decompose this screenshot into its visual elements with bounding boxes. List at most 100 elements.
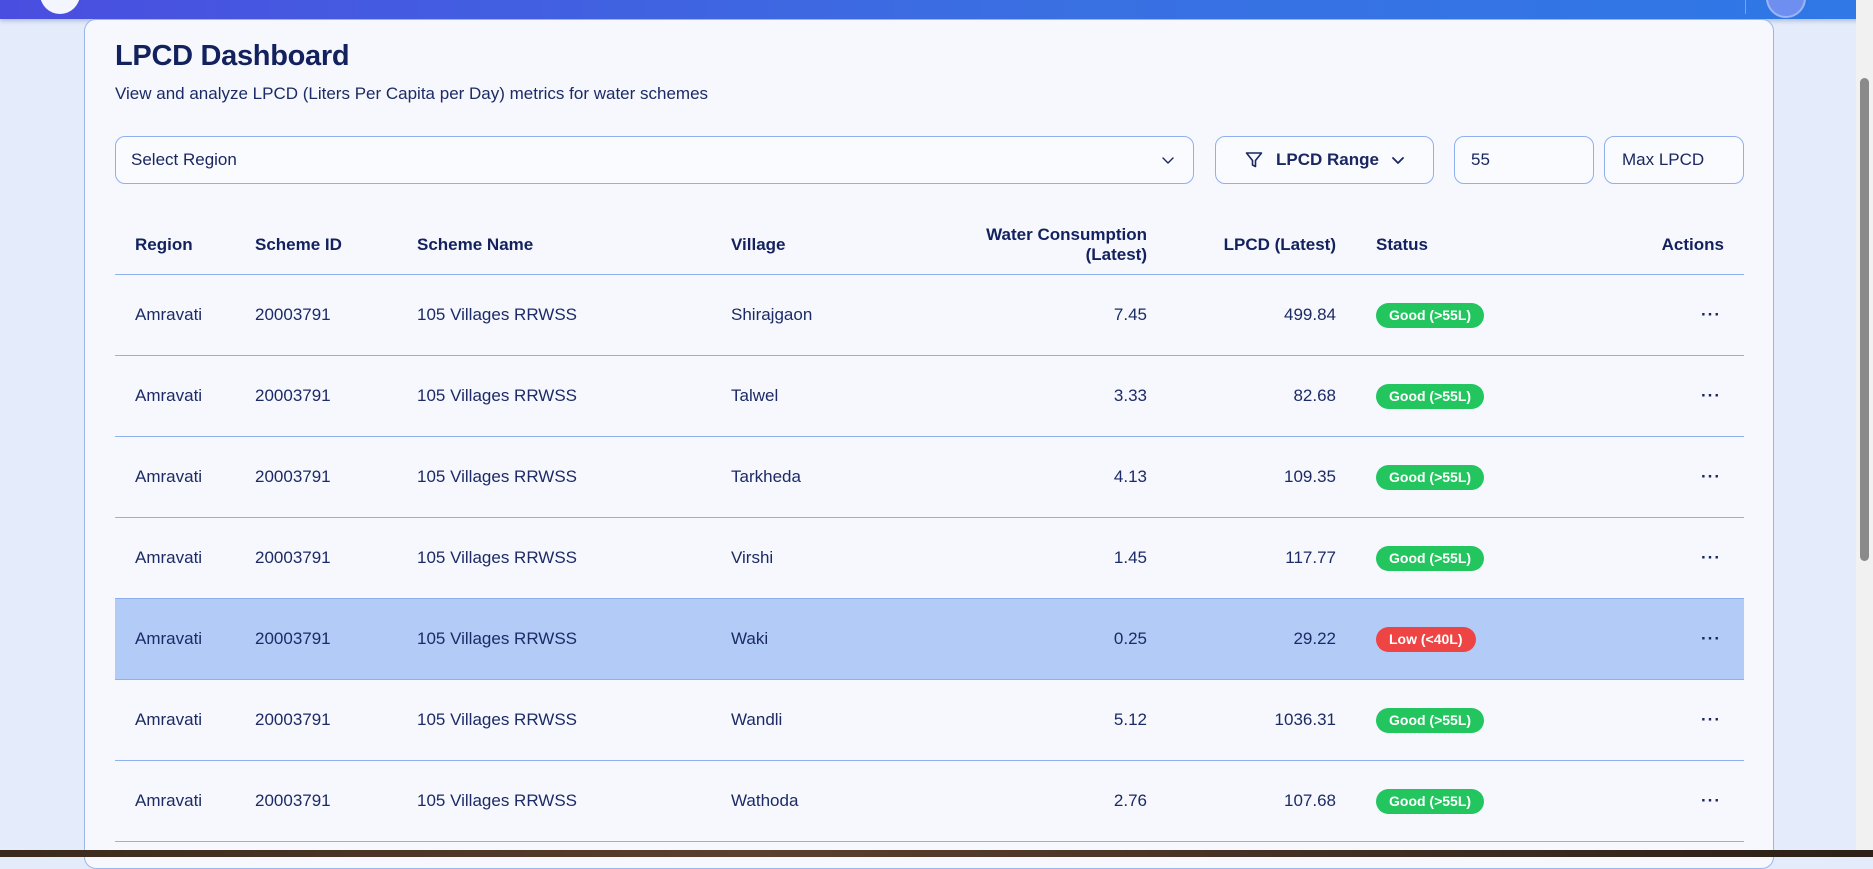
cell-scheme-id: 20003791 [255,679,417,761]
chevron-down-icon [1392,157,1404,164]
max-lpcd-field[interactable] [1604,136,1744,184]
status-badge: Low (<40L) [1376,626,1476,652]
cell-village: Waki [731,598,941,680]
column-header-status[interactable]: Status [1336,216,1536,275]
status-badge: Good (>55L) [1376,302,1485,328]
cell-actions: ··· [1536,517,1744,599]
cell-water-consumption: 3.33 [941,355,1147,437]
page-title: LPCD Dashboard [115,40,350,72]
cell-village: Tarkheda [731,436,941,518]
cell-village: Talwel [731,355,941,437]
cell-actions: ··· [1536,436,1744,518]
min-lpcd-input[interactable] [1469,149,1593,171]
cell-lpcd: 499.84 [1147,274,1336,356]
cell-region: Amravati [115,355,255,437]
user-avatar[interactable] [1766,0,1806,18]
app-logo[interactable] [40,0,80,14]
column-header-scheme-id[interactable]: Scheme ID [255,216,417,275]
status-badge: Good (>55L) [1376,464,1485,490]
top-navigation-bar [0,0,1873,19]
column-header-water-consumption[interactable]: Water Consumption (Latest) [941,216,1147,275]
cell-status: Good (>55L) [1336,274,1536,356]
table-row[interactable]: Amravati 20003791 105 Villages RRWSS Wan… [115,679,1744,761]
column-header-actions: Actions [1536,216,1744,275]
cell-region: Amravati [115,679,255,761]
cell-water-consumption: 5.12 [941,679,1147,761]
more-actions-icon[interactable]: ··· [1698,791,1724,811]
cell-scheme-name: 105 Villages RRWSS [417,598,731,680]
cell-lpcd: 117.77 [1147,517,1336,599]
cell-scheme-name: 105 Villages RRWSS [417,274,731,356]
table-row[interactable]: Amravati 20003791 105 Villages RRWSS Vir… [115,517,1744,599]
table-row[interactable]: Amravati 20003791 105 Villages RRWSS Tal… [115,355,1744,437]
table-row[interactable]: Amravati 20003791 105 Villages RRWSS Shi… [115,274,1744,356]
cell-region: Amravati [115,436,255,518]
more-actions-icon[interactable]: ··· [1698,629,1724,649]
cell-scheme-name: 105 Villages RRWSS [417,679,731,761]
region-select[interactable]: Select Region [115,136,1194,184]
cell-water-consumption: 2.76 [941,760,1147,842]
cell-status: Good (>55L) [1336,760,1536,842]
table-header-row: Region Scheme ID Scheme Name Village Wat… [115,216,1744,275]
cell-scheme-id: 20003791 [255,274,417,356]
cell-village: Wandli [731,679,941,761]
lpcd-table: Region Scheme ID Scheme Name Village Wat… [115,216,1744,842]
cell-water-consumption: 7.45 [941,274,1147,356]
cell-scheme-id: 20003791 [255,355,417,437]
column-header-lpcd[interactable]: LPCD (Latest) [1147,216,1336,275]
cell-water-consumption: 4.13 [941,436,1147,518]
page-subtitle: View and analyze LPCD (Liters Per Capita… [115,84,709,103]
cell-actions: ··· [1536,274,1744,356]
filter-icon [1245,152,1263,168]
cell-status: Low (<40L) [1336,598,1536,680]
column-header-village[interactable]: Village [731,216,941,275]
cell-lpcd: 82.68 [1147,355,1336,437]
status-badge: Good (>55L) [1376,788,1485,814]
cell-region: Amravati [115,274,255,356]
cell-village: Shirajgaon [731,274,941,356]
cell-status: Good (>55L) [1336,355,1536,437]
cell-status: Good (>55L) [1336,436,1536,518]
more-actions-icon[interactable]: ··· [1698,548,1724,568]
more-actions-icon[interactable]: ··· [1698,710,1724,730]
cell-scheme-name: 105 Villages RRWSS [417,436,731,518]
cell-lpcd: 29.22 [1147,598,1336,680]
cell-actions: ··· [1536,598,1744,680]
more-actions-icon[interactable]: ··· [1698,305,1724,325]
max-lpcd-input[interactable] [1620,149,1743,171]
cell-scheme-id: 20003791 [255,436,417,518]
cell-scheme-name: 105 Villages RRWSS [417,760,731,842]
cell-village: Virshi [731,517,941,599]
lpcd-range-button[interactable]: LPCD Range [1215,136,1434,184]
cell-scheme-id: 20003791 [255,598,417,680]
cell-lpcd: 107.68 [1147,760,1336,842]
cell-status: Good (>55L) [1336,517,1536,599]
lpcd-range-label: LPCD Range [1276,150,1379,169]
table-row[interactable]: Amravati 20003791 105 Villages RRWSS Tar… [115,436,1744,518]
min-lpcd-field[interactable] [1454,136,1594,184]
column-header-region[interactable]: Region [115,216,255,275]
table-row-selected[interactable]: Amravati 20003791 105 Villages RRWSS Wak… [115,598,1744,680]
column-header-scheme-name[interactable]: Scheme Name [417,216,731,275]
cell-actions: ··· [1536,679,1744,761]
more-actions-icon[interactable]: ··· [1698,467,1724,487]
status-badge: Good (>55L) [1376,545,1485,571]
cell-scheme-name: 105 Villages RRWSS [417,355,731,437]
status-badge: Good (>55L) [1376,707,1485,733]
cell-scheme-name: 105 Villages RRWSS [417,517,731,599]
taskbar-edge [0,850,1873,857]
region-select-placeholder: Select Region [131,150,237,169]
scrollbar-thumb[interactable] [1860,78,1869,561]
cell-region: Amravati [115,598,255,680]
more-actions-icon[interactable]: ··· [1698,386,1724,406]
status-badge: Good (>55L) [1376,383,1485,409]
cell-water-consumption: 1.45 [941,517,1147,599]
cell-status: Good (>55L) [1336,679,1536,761]
nav-divider [1745,0,1746,14]
cell-scheme-id: 20003791 [255,760,417,842]
cell-lpcd: 109.35 [1147,436,1336,518]
table-row[interactable]: Amravati 20003791 105 Villages RRWSS Wat… [115,760,1744,842]
cell-region: Amravati [115,517,255,599]
cell-village: Wathoda [731,760,941,842]
cell-lpcd: 1036.31 [1147,679,1336,761]
